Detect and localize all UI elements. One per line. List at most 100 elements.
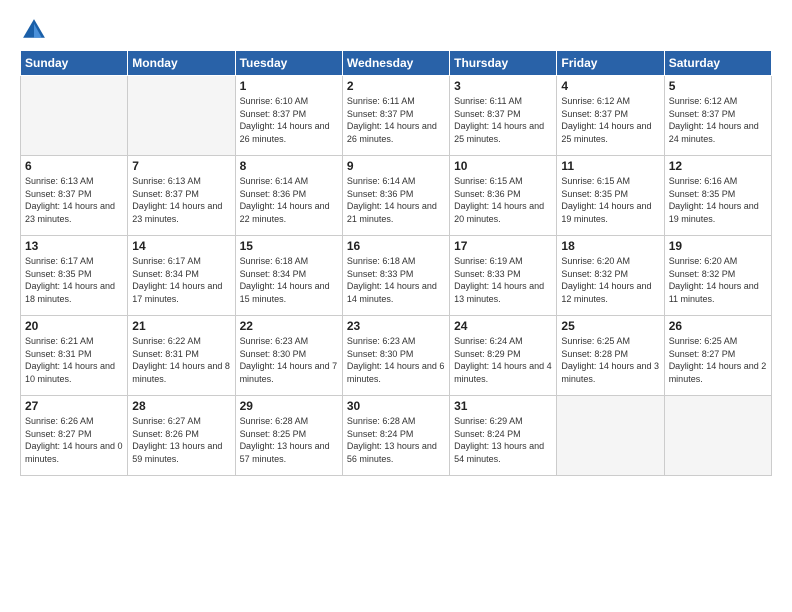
day-number: 24 <box>454 319 552 333</box>
logo <box>20 16 52 44</box>
calendar-cell: 1 Sunrise: 6:10 AM Sunset: 8:37 PM Daylig… <box>235 76 342 156</box>
cell-info: Sunrise: 6:11 AM Sunset: 8:37 PM Dayligh… <box>347 95 445 145</box>
cell-info: Sunrise: 6:14 AM Sunset: 8:36 PM Dayligh… <box>347 175 445 225</box>
day-number: 5 <box>669 79 767 93</box>
calendar-cell: 25Sunrise: 6:25 AM Sunset: 8:28 PM Dayli… <box>557 316 664 396</box>
calendar-cell: 11 Sunrise: 6:15 AM Sunset: 8:35 PM Dayli… <box>557 156 664 236</box>
day-number: 26 <box>669 319 767 333</box>
day-number: 10 <box>454 159 552 173</box>
day-number: 8 <box>240 159 338 173</box>
calendar-header-saturday: Saturday <box>664 51 771 76</box>
cell-info: Sunrise: 6:16 AM Sunset: 8:35 PM Dayligh… <box>669 175 767 225</box>
cell-info: Sunrise: 6:28 AM Sunset: 8:25 PM Dayligh… <box>240 415 338 465</box>
calendar-cell: 21Sunrise: 6:22 AM Sunset: 8:31 PM Dayli… <box>128 316 235 396</box>
day-number: 14 <box>132 239 230 253</box>
calendar-header-sunday: Sunday <box>21 51 128 76</box>
calendar-cell <box>664 396 771 476</box>
calendar-cell: 31Sunrise: 6:29 AM Sunset: 8:24 PM Dayli… <box>450 396 557 476</box>
page-header <box>20 16 772 44</box>
calendar-header-tuesday: Tuesday <box>235 51 342 76</box>
day-number: 22 <box>240 319 338 333</box>
cell-info: Sunrise: 6:20 AM Sunset: 8:32 PM Dayligh… <box>561 255 659 305</box>
calendar-week-3: 13 Sunrise: 6:17 AM Sunset: 8:35 PM Dayli… <box>21 236 772 316</box>
calendar-week-4: 20Sunrise: 6:21 AM Sunset: 8:31 PM Dayli… <box>21 316 772 396</box>
calendar-cell: 10 Sunrise: 6:15 AM Sunset: 8:36 PM Dayli… <box>450 156 557 236</box>
day-number: 19 <box>669 239 767 253</box>
logo-icon <box>20 16 48 44</box>
calendar: SundayMondayTuesdayWednesdayThursdayFrid… <box>20 50 772 476</box>
cell-info: Sunrise: 6:17 AM Sunset: 8:35 PM Dayligh… <box>25 255 123 305</box>
cell-info: Sunrise: 6:23 AM Sunset: 8:30 PM Dayligh… <box>240 335 338 385</box>
cell-info: Sunrise: 6:17 AM Sunset: 8:34 PM Dayligh… <box>132 255 230 305</box>
cell-info: Sunrise: 6:26 AM Sunset: 8:27 PM Dayligh… <box>25 415 123 465</box>
day-number: 17 <box>454 239 552 253</box>
day-number: 23 <box>347 319 445 333</box>
calendar-header-row: SundayMondayTuesdayWednesdayThursdayFrid… <box>21 51 772 76</box>
cell-info: Sunrise: 6:18 AM Sunset: 8:33 PM Dayligh… <box>347 255 445 305</box>
calendar-cell <box>21 76 128 156</box>
calendar-cell <box>128 76 235 156</box>
calendar-cell: 4 Sunrise: 6:12 AM Sunset: 8:37 PM Daylig… <box>557 76 664 156</box>
day-number: 28 <box>132 399 230 413</box>
calendar-cell: 18 Sunrise: 6:20 AM Sunset: 8:32 PM Dayli… <box>557 236 664 316</box>
calendar-cell: 9 Sunrise: 6:14 AM Sunset: 8:36 PM Daylig… <box>342 156 449 236</box>
cell-info: Sunrise: 6:24 AM Sunset: 8:29 PM Dayligh… <box>454 335 552 385</box>
calendar-cell: 26 Sunrise: 6:25 AM Sunset: 8:27 PM Dayli… <box>664 316 771 396</box>
calendar-cell: 8 Sunrise: 6:14 AM Sunset: 8:36 PM Daylig… <box>235 156 342 236</box>
cell-info: Sunrise: 6:19 AM Sunset: 8:33 PM Dayligh… <box>454 255 552 305</box>
calendar-cell: 12Sunrise: 6:16 AM Sunset: 8:35 PM Dayli… <box>664 156 771 236</box>
cell-info: Sunrise: 6:20 AM Sunset: 8:32 PM Dayligh… <box>669 255 767 305</box>
calendar-week-1: 1 Sunrise: 6:10 AM Sunset: 8:37 PM Daylig… <box>21 76 772 156</box>
calendar-cell: 24 Sunrise: 6:24 AM Sunset: 8:29 PM Dayli… <box>450 316 557 396</box>
calendar-cell: 2 Sunrise: 6:11 AM Sunset: 8:37 PM Daylig… <box>342 76 449 156</box>
cell-info: Sunrise: 6:23 AM Sunset: 8:30 PM Dayligh… <box>347 335 445 385</box>
calendar-cell: 16 Sunrise: 6:18 AM Sunset: 8:33 PM Dayli… <box>342 236 449 316</box>
day-number: 30 <box>347 399 445 413</box>
day-number: 21 <box>132 319 230 333</box>
calendar-cell: 27 Sunrise: 6:26 AM Sunset: 8:27 PM Dayli… <box>21 396 128 476</box>
cell-info: Sunrise: 6:10 AM Sunset: 8:37 PM Dayligh… <box>240 95 338 145</box>
cell-info: Sunrise: 6:14 AM Sunset: 8:36 PM Dayligh… <box>240 175 338 225</box>
cell-info: Sunrise: 6:15 AM Sunset: 8:36 PM Dayligh… <box>454 175 552 225</box>
day-number: 1 <box>240 79 338 93</box>
day-number: 11 <box>561 159 659 173</box>
calendar-cell: 20Sunrise: 6:21 AM Sunset: 8:31 PM Dayli… <box>21 316 128 396</box>
cell-info: Sunrise: 6:28 AM Sunset: 8:24 PM Dayligh… <box>347 415 445 465</box>
cell-info: Sunrise: 6:25 AM Sunset: 8:27 PM Dayligh… <box>669 335 767 385</box>
calendar-header-monday: Monday <box>128 51 235 76</box>
calendar-header-friday: Friday <box>557 51 664 76</box>
day-number: 2 <box>347 79 445 93</box>
calendar-header-thursday: Thursday <box>450 51 557 76</box>
day-number: 18 <box>561 239 659 253</box>
cell-info: Sunrise: 6:12 AM Sunset: 8:37 PM Dayligh… <box>669 95 767 145</box>
day-number: 29 <box>240 399 338 413</box>
cell-info: Sunrise: 6:27 AM Sunset: 8:26 PM Dayligh… <box>132 415 230 465</box>
calendar-cell: 29 Sunrise: 6:28 AM Sunset: 8:25 PM Dayli… <box>235 396 342 476</box>
calendar-cell <box>557 396 664 476</box>
day-number: 4 <box>561 79 659 93</box>
cell-info: Sunrise: 6:13 AM Sunset: 8:37 PM Dayligh… <box>132 175 230 225</box>
cell-info: Sunrise: 6:12 AM Sunset: 8:37 PM Dayligh… <box>561 95 659 145</box>
calendar-week-2: 6 Sunrise: 6:13 AM Sunset: 8:37 PM Daylig… <box>21 156 772 236</box>
calendar-cell: 22 Sunrise: 6:23 AM Sunset: 8:30 PM Dayli… <box>235 316 342 396</box>
day-number: 9 <box>347 159 445 173</box>
day-number: 31 <box>454 399 552 413</box>
day-number: 7 <box>132 159 230 173</box>
calendar-cell: 28 Sunrise: 6:27 AM Sunset: 8:26 PM Dayli… <box>128 396 235 476</box>
day-number: 16 <box>347 239 445 253</box>
day-number: 27 <box>25 399 123 413</box>
calendar-cell: 3Sunrise: 6:11 AM Sunset: 8:37 PM Daylig… <box>450 76 557 156</box>
cell-info: Sunrise: 6:13 AM Sunset: 8:37 PM Dayligh… <box>25 175 123 225</box>
day-number: 3 <box>454 79 552 93</box>
calendar-cell: 19 Sunrise: 6:20 AM Sunset: 8:32 PM Dayli… <box>664 236 771 316</box>
day-number: 13 <box>25 239 123 253</box>
calendar-cell: 14 Sunrise: 6:17 AM Sunset: 8:34 PM Dayli… <box>128 236 235 316</box>
calendar-cell: 30 Sunrise: 6:28 AM Sunset: 8:24 PM Dayli… <box>342 396 449 476</box>
cell-info: Sunrise: 6:25 AM Sunset: 8:28 PM Dayligh… <box>561 335 659 385</box>
day-number: 20 <box>25 319 123 333</box>
calendar-cell: 23 Sunrise: 6:23 AM Sunset: 8:30 PM Dayli… <box>342 316 449 396</box>
cell-info: Sunrise: 6:15 AM Sunset: 8:35 PM Dayligh… <box>561 175 659 225</box>
calendar-cell: 13 Sunrise: 6:17 AM Sunset: 8:35 PM Dayli… <box>21 236 128 316</box>
calendar-cell: 15Sunrise: 6:18 AM Sunset: 8:34 PM Dayli… <box>235 236 342 316</box>
day-number: 6 <box>25 159 123 173</box>
